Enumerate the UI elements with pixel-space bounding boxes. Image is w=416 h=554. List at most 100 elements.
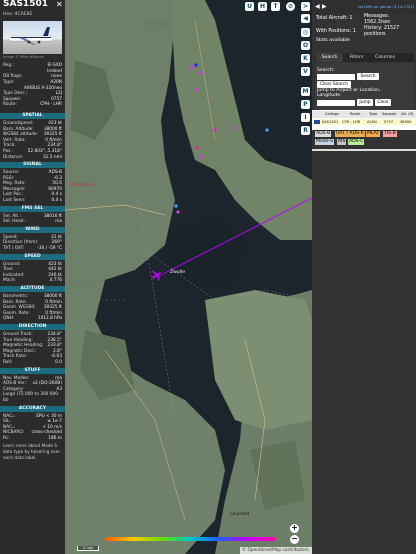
photo-credit: Image © Mike Willeum	[3, 54, 44, 59]
with-positions: With Positions: 1	[316, 29, 356, 34]
cell-route: CPH - LHR	[342, 120, 361, 124]
altitude-section: Barometric: 38000 ft Baro. Rate: 0 ft/min Ge…	[0, 294, 65, 322]
source-legend: ADS-B UAT / ADS-R MLAT TIS-B Mode-S AIS …	[315, 130, 414, 148]
map-button-t[interactable]: T	[271, 2, 280, 11]
row-label: Reg.:	[3, 63, 14, 69]
zoom-out-button[interactable]: −	[290, 535, 299, 544]
col-type[interactable]: Type	[369, 111, 377, 118]
right-panel: ◀ ▶ tar1090 on github (3.14.1751) Total …	[312, 0, 416, 554]
arrow-left-icon[interactable]: ◀	[315, 3, 320, 10]
search-button[interactable]: Search	[357, 73, 379, 80]
cell-squawk: 0757	[384, 120, 394, 124]
cell-type: A20N	[367, 120, 377, 124]
map-button-p[interactable]: P	[301, 100, 310, 109]
wind-header: WIND	[0, 226, 65, 233]
map-button-i[interactable]: I	[301, 113, 310, 122]
legend-tisb[interactable]: TIS-B	[383, 131, 397, 137]
signal-section: Source: ADS-B RSSI: -6.3 Msg. Rate: 50.6 Messa…	[0, 170, 65, 204]
stats-link[interactable]: Stats available	[316, 38, 350, 43]
reset-view-icon[interactable]: ◎	[301, 28, 310, 37]
direction-header: DIRECTION	[0, 323, 65, 330]
stuff-section: Nav. Modes: n/a ADS-B Ver.: v2 (DO-260B) Cat…	[0, 376, 65, 404]
version-link[interactable]: tar1090 on github (3.14.1751)	[358, 5, 414, 9]
row-value: 31.5 nmi	[42, 154, 62, 160]
map-button-h[interactable]: H	[258, 2, 267, 11]
row-label: Last Seen:	[3, 198, 26, 204]
fmssel-section: Sel. Alt.: 38016 ft Sel. Head.: n/a	[0, 214, 65, 225]
expand-arrow-icon[interactable]: >	[301, 2, 310, 11]
settings-gear-icon[interactable]: ⚙	[286, 2, 295, 11]
aircraft-marker-icon[interactable]	[150, 268, 164, 282]
aircraft-info-panel: SAS1501 ✕ Hex: 4CAE8E Image © Mike Wille…	[0, 0, 65, 554]
row-label: Sel. Head.:	[3, 219, 27, 225]
info-row: Sel. Head.: n/a	[0, 219, 65, 225]
cell-callsign: SAS1501	[322, 120, 339, 124]
clear-jump-button[interactable]: Clear	[375, 99, 391, 106]
legend-ais[interactable]: AIS	[337, 139, 347, 145]
search-label: Search:	[317, 68, 335, 73]
spatial-section: Groundspeed: 423 kt Baro. Altitude: 38000 f…	[0, 121, 65, 160]
footer-note: Learn more about Mode S data type by hov…	[3, 443, 61, 460]
altitude-header: ALTITUDE	[0, 286, 65, 292]
aircraft-table: Callsign Route Type Squawk Alt. (ft) SAS…	[312, 110, 416, 130]
tab-bar: Search Filters Columns	[315, 53, 414, 62]
row-label: TAT / OAT:	[3, 246, 25, 252]
hex-code: Hex: 4CAE8E	[3, 12, 33, 17]
spatial-header: SPATIAL	[0, 112, 65, 119]
tab-filters[interactable]: Filters	[344, 53, 369, 62]
tab-search[interactable]: Search	[316, 53, 343, 62]
zoom-in-button[interactable]: +	[290, 524, 299, 533]
total-aircraft: Total Aircraft: 1	[316, 16, 353, 21]
close-icon[interactable]: ✕	[56, 1, 63, 8]
scale-bar: 1 nmi	[77, 546, 99, 551]
legend-adsc[interactable]: ADS-C	[348, 139, 365, 145]
aircraft-photo[interactable]	[3, 20, 62, 54]
row-value: 0.776	[49, 278, 62, 284]
row-value: 186 m	[48, 435, 62, 441]
col-callsign[interactable]: Callsign	[325, 111, 339, 118]
jump-input[interactable]	[317, 100, 355, 106]
info-section: Reg.: EI-SXD Ireland DB flags: none Type: A20N…	[0, 63, 65, 108]
col-squawk[interactable]: Squawk	[382, 111, 396, 118]
row-value: 1012.8 hPa	[37, 316, 62, 322]
row-label: Distance:	[3, 154, 24, 160]
toggle-list-icon[interactable]: ◀	[301, 14, 310, 23]
col-altitude[interactable]: Alt. (ft)	[401, 111, 414, 118]
jump-button[interactable]: Jump	[357, 99, 373, 106]
row-label: Rc:	[3, 435, 10, 441]
clear-search-button[interactable]: Clear Search	[317, 81, 351, 88]
map-attribution[interactable]: © OpenStreetMap contributors.	[239, 547, 312, 554]
table-row[interactable]: SAS1501 CPH - LHR A20N 0757 38000	[312, 119, 416, 125]
direction-section: Ground Track: 234.8° True Heading: 236.5° Ma…	[0, 332, 65, 366]
accuracy-header: ACCURACY	[0, 405, 65, 412]
stuff-header: STUFF	[0, 367, 65, 374]
altitude-color-legend	[105, 537, 275, 541]
map-button-m[interactable]: M	[301, 87, 310, 96]
accuracy-section: NACₚ: EPU < 30 m SIL: ≤ 1e-7 NACᵥ: < 10 m/s NI…	[0, 414, 65, 442]
map-button-o[interactable]: O	[301, 41, 310, 50]
info-row: TAT / OAT: -34 / -59 °C	[0, 246, 65, 252]
legend-mlat[interactable]: MLAT	[366, 131, 381, 137]
arrow-right-icon[interactable]: ▶	[322, 3, 327, 10]
map-button-u[interactable]: U	[245, 2, 254, 11]
row-value: -34 / -59 °C	[37, 246, 62, 252]
signal-header: SIGNAL	[0, 162, 65, 169]
map-view[interactable]: Amsterdam Zwolle Lelystad U H T ⚙ > ◀ ◎ …	[65, 0, 312, 554]
row-value: 0.0	[55, 359, 62, 365]
col-route[interactable]: Route	[350, 111, 360, 118]
horizontal-scrollbar[interactable]	[312, 149, 416, 151]
legend-uat[interactable]: UAT / ADS-R	[335, 131, 365, 137]
table-header: Callsign Route Type Squawk Alt. (ft)	[312, 111, 416, 118]
search-area: Search: Search Clear Search Jump to Airp…	[315, 63, 414, 110]
info-row: Roll: 0.0	[0, 360, 65, 366]
map-button-v[interactable]: V	[301, 67, 310, 76]
map-button-r[interactable]: R	[301, 126, 310, 135]
info-row: Last Seen: 0.4 s	[0, 198, 65, 204]
tab-columns[interactable]: Columns	[370, 53, 400, 62]
legend-modes[interactable]: Mode-S	[315, 139, 335, 145]
legend-adsb[interactable]: ADS-B	[315, 131, 332, 137]
search-input[interactable]	[317, 74, 355, 80]
history-positions: positions	[364, 32, 386, 37]
map-button-k[interactable]: K	[301, 54, 310, 63]
row-label: QNH:	[3, 316, 15, 322]
